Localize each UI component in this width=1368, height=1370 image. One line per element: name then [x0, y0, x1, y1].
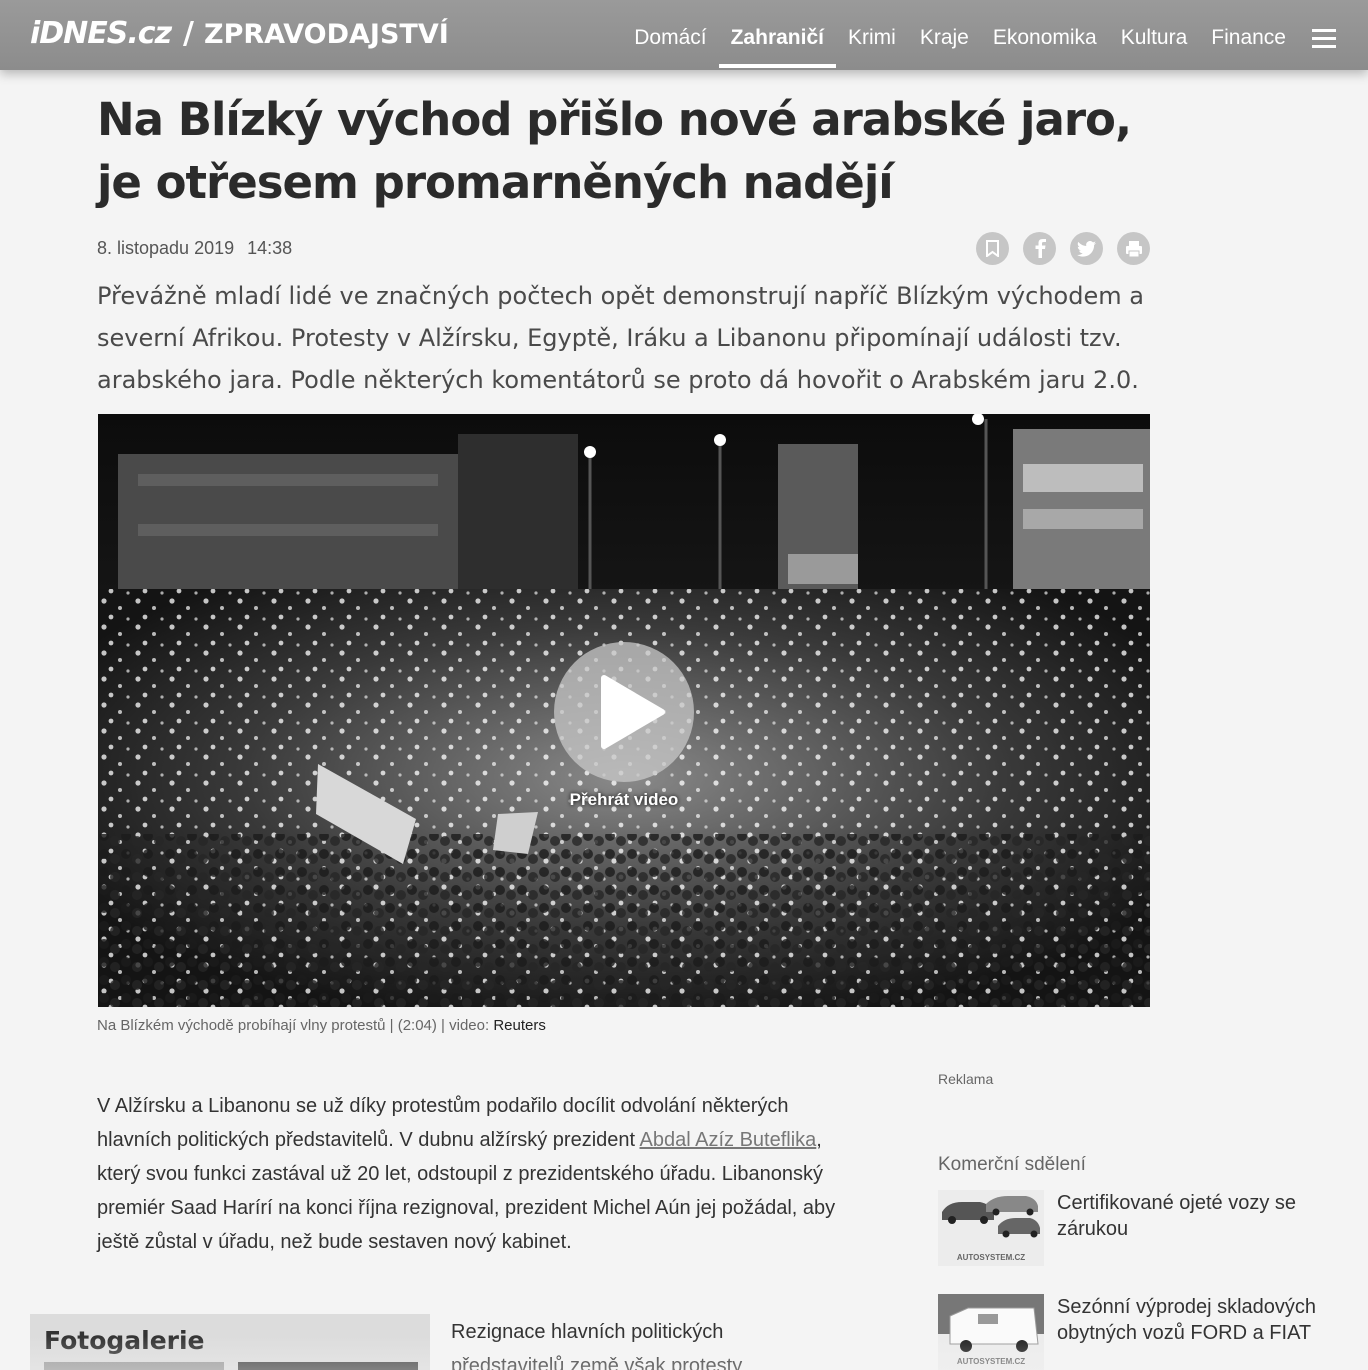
nav-item-krimi[interactable]: Krimi	[836, 0, 908, 70]
article-perex: Převážně mladí lidé ve značných počtech …	[97, 282, 1144, 394]
video-caption: Na Blízkém východě probíhají vlny protes…	[97, 1017, 546, 1034]
main-nav: Domácí Zahraničí Krimi Kraje Ekonomika K…	[622, 0, 1368, 70]
hamburger-icon[interactable]	[1298, 0, 1368, 70]
caption-source: Reuters	[493, 1017, 546, 1034]
gallery-title: Fotogalerie	[44, 1326, 205, 1355]
nav-item-ekonomika[interactable]: Ekonomika	[981, 0, 1109, 70]
promo-text[interactable]: Sezónní výprodej skladových obytných voz…	[1057, 1294, 1337, 1346]
caption-text: Na Blízkém východě probíhají vlny protes…	[97, 1017, 494, 1034]
gallery-thumbnail[interactable]	[238, 1362, 418, 1370]
promo-text[interactable]: Certifikované ojeté vozy se zárukou	[1057, 1190, 1337, 1242]
promo-item[interactable]: AUTOSYSTEM.CZ Certifikované ojeté vozy s…	[938, 1190, 1338, 1270]
promo-brand: AUTOSYSTEM.CZ	[956, 1253, 1026, 1262]
article-date: 8. listopadu 2019	[97, 238, 235, 258]
site-logo[interactable]: iDNES.cz / ZPRAVODAJSTVÍ	[30, 16, 449, 56]
ad-label: Reklama	[938, 1071, 994, 1087]
person-link[interactable]: Abdal Azíz Buteflika	[640, 1129, 817, 1151]
print-icon[interactable]	[1117, 232, 1150, 265]
article-time: 14:38	[247, 238, 293, 258]
article-paragraph: Rezignace hlavních politických představi…	[451, 1321, 743, 1370]
nav-item-kraje[interactable]: Kraje	[908, 0, 981, 70]
promo-thumbnail[interactable]: AUTOSYSTEM.CZ	[938, 1190, 1044, 1266]
play-button[interactable]	[554, 642, 694, 782]
commercial-section-title: Komerční sdělení	[938, 1154, 1086, 1175]
video-player[interactable]: Přehrát video	[98, 414, 1150, 1007]
bookmark-icon[interactable]	[976, 232, 1009, 265]
nav-item-zahranici[interactable]: Zahraničí	[718, 0, 837, 70]
article-paragraph: V Alžírsku a Libanonu se už díky protest…	[97, 1089, 847, 1259]
promo-thumbnail[interactable]: AUTOSYSTEM.CZ	[938, 1294, 1044, 1370]
play-video-label[interactable]: Přehrát video	[98, 790, 1150, 810]
logo-separator: /	[183, 16, 195, 51]
site-header: iDNES.cz / ZPRAVODAJSTVÍ Domácí Zahranič…	[0, 0, 1368, 70]
nav-item-domaci[interactable]: Domácí	[622, 0, 718, 70]
section-name[interactable]: ZPRAVODAJSTVÍ	[204, 19, 449, 50]
nav-item-finance[interactable]: Finance	[1199, 0, 1298, 70]
gallery-thumbnail[interactable]	[44, 1362, 224, 1370]
facebook-icon[interactable]	[1023, 232, 1056, 265]
promo-item[interactable]: AUTOSYSTEM.CZ Sezónní výprodej skladovýc…	[938, 1294, 1338, 1370]
nav-item-kultura[interactable]: Kultura	[1109, 0, 1200, 70]
promo-brand: AUTOSYSTEM.CZ	[956, 1357, 1026, 1366]
article-title: Na Blízký východ přišlo nové arabské jar…	[97, 93, 1132, 209]
brand-name: iDNES.cz	[30, 16, 172, 51]
article-meta: 8. listopadu 2019 14:38	[97, 238, 292, 259]
twitter-icon[interactable]	[1070, 232, 1103, 265]
photo-gallery[interactable]: Fotogalerie	[30, 1314, 430, 1370]
share-bar	[976, 232, 1150, 265]
